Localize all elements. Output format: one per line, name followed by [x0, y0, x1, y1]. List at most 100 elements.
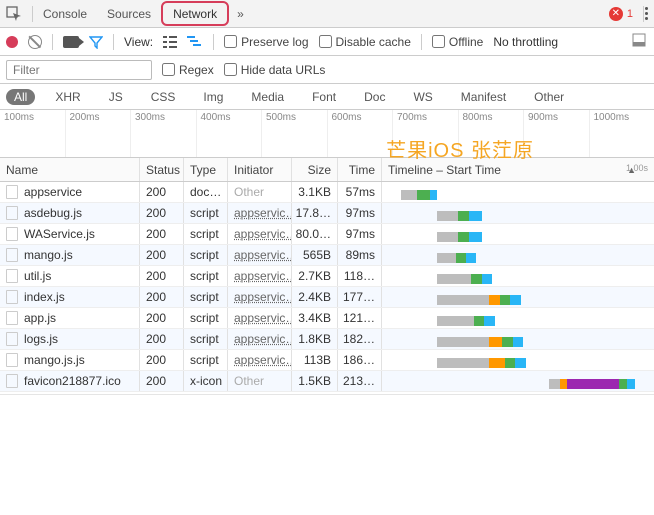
time-cell: 186… — [338, 350, 382, 370]
type-cell: script — [184, 287, 228, 307]
offline-checkbox[interactable]: Offline — [432, 35, 483, 49]
tab-sources[interactable]: Sources — [97, 0, 161, 27]
file-icon — [6, 311, 18, 325]
size-cell: 3.4KB — [292, 308, 338, 328]
col-header-type[interactable]: Type — [184, 158, 228, 181]
type-filter-manifest[interactable]: Manifest — [453, 89, 514, 105]
initiator-cell: appservic… — [228, 224, 292, 244]
status-cell: 200 — [140, 224, 184, 244]
waterfall-cell — [382, 266, 654, 286]
waterfall-view-button[interactable] — [187, 36, 203, 48]
type-filter-xhr[interactable]: XHR — [47, 89, 88, 105]
waterfall-cell — [382, 329, 654, 349]
separator — [113, 34, 114, 50]
table-row[interactable]: index.js200scriptappservic…2.4KB177… — [0, 287, 654, 308]
type-cell: script — [184, 224, 228, 244]
size-cell: 1.5KB — [292, 371, 338, 391]
table-row[interactable]: asdebug.js200scriptappservic…17.8…97ms — [0, 203, 654, 224]
devtools-menu-button[interactable] — [644, 7, 648, 20]
waterfall-cell — [382, 182, 654, 202]
overview-tick: 800ms — [458, 110, 524, 157]
disable-cache-checkbox[interactable]: Disable cache — [319, 35, 411, 49]
initiator-link[interactable]: appservic… — [234, 290, 292, 304]
col-header-name[interactable]: Name — [0, 158, 140, 181]
file-icon — [6, 332, 18, 346]
initiator-cell: appservic… — [228, 245, 292, 265]
type-filter-font[interactable]: Font — [304, 89, 344, 105]
col-header-timeline[interactable]: Timeline – Start Time ▲ 1.00s — [382, 158, 654, 181]
col-header-time[interactable]: Time — [338, 158, 382, 181]
request-name: logs.js — [24, 332, 58, 346]
clear-button[interactable] — [28, 35, 42, 49]
tabs-list: Console Sources Network — [33, 0, 229, 27]
size-cell: 1.8KB — [292, 329, 338, 349]
table-row[interactable]: favicon218877.ico200x-iconOther1.5KB213… — [0, 371, 654, 392]
size-cell: 2.4KB — [292, 287, 338, 307]
regex-checkbox[interactable]: Regex — [162, 63, 214, 77]
table-row[interactable]: app.js200scriptappservic…3.4KB121… — [0, 308, 654, 329]
initiator-link[interactable]: appservic… — [234, 332, 292, 346]
more-tabs-button[interactable]: » — [229, 7, 252, 21]
type-cell: doc… — [184, 182, 228, 202]
overview-tick: 400ms — [196, 110, 262, 157]
initiator-link[interactable]: appservic… — [234, 227, 292, 241]
table-row[interactable]: WAService.js200scriptappservic…80.0…97ms — [0, 224, 654, 245]
table-row[interactable]: mango.js.js200scriptappservic…113B186… — [0, 350, 654, 371]
initiator-link[interactable]: appservic… — [234, 248, 292, 262]
type-filter-js[interactable]: JS — [101, 89, 131, 105]
initiator-link[interactable]: appservic… — [234, 269, 292, 283]
large-rows-button[interactable] — [163, 36, 177, 48]
time-cell: 118… — [338, 266, 382, 286]
type-filter-media[interactable]: Media — [243, 89, 292, 105]
request-name: asdebug.js — [24, 206, 82, 220]
type-filter-doc[interactable]: Doc — [356, 89, 393, 105]
filter-input[interactable] — [6, 60, 152, 80]
type-cell: script — [184, 329, 228, 349]
filter-toggle-button[interactable] — [89, 35, 103, 49]
tab-console[interactable]: Console — [33, 0, 97, 27]
type-filter-all[interactable]: All — [6, 89, 35, 105]
file-icon — [6, 290, 18, 304]
overview-tick: 500ms — [261, 110, 327, 157]
request-name: util.js — [24, 269, 51, 283]
type-filter-css[interactable]: CSS — [143, 89, 184, 105]
initiator-cell: appservic… — [228, 287, 292, 307]
request-name: favicon218877.ico — [24, 374, 121, 388]
tab-network[interactable]: Network — [161, 1, 229, 26]
preserve-log-checkbox[interactable]: Preserve log — [224, 35, 308, 49]
file-icon — [6, 353, 18, 367]
timeline-overview[interactable]: 100ms200ms300ms400ms500ms600ms700ms800ms… — [0, 110, 654, 158]
hide-data-urls-checkbox[interactable]: Hide data URLs — [224, 63, 326, 77]
table-row[interactable]: util.js200scriptappservic…2.7KB118… — [0, 266, 654, 287]
type-filter-ws[interactable]: WS — [405, 89, 440, 105]
type-filter-bar: All XHR JS CSS Img Media Font Doc WS Manifest Othe… — [0, 84, 654, 110]
col-header-initiator[interactable]: Initiator — [228, 158, 292, 181]
size-cell: 113B — [292, 350, 338, 370]
table-row[interactable]: mango.js200scriptappservic…565B89ms — [0, 245, 654, 266]
throttling-select[interactable]: No throttling — [493, 35, 558, 49]
record-button[interactable] — [6, 36, 18, 48]
drawer-toggle-icon[interactable] — [632, 33, 648, 50]
col-header-size[interactable]: Size — [292, 158, 338, 181]
status-cell: 200 — [140, 308, 184, 328]
type-filter-img[interactable]: Img — [195, 89, 231, 105]
status-cell: 200 — [140, 329, 184, 349]
type-cell: x-icon — [184, 371, 228, 391]
status-cell: 200 — [140, 287, 184, 307]
inspect-element-icon[interactable] — [6, 6, 22, 22]
type-filter-other[interactable]: Other — [526, 89, 572, 105]
table-row[interactable]: logs.js200scriptappservic…1.8KB182… — [0, 329, 654, 350]
initiator-link[interactable]: appservic… — [234, 206, 292, 220]
status-cell: 200 — [140, 350, 184, 370]
table-row[interactable]: appservice200doc…Other3.1KB57ms — [0, 182, 654, 203]
capture-screenshots-button[interactable] — [63, 36, 79, 48]
initiator-link[interactable]: appservic… — [234, 353, 292, 367]
file-icon — [6, 227, 18, 241]
table-header: Name Status Type Initiator Size Time Tim… — [0, 158, 654, 182]
error-indicator[interactable]: ✕ 1 — [609, 7, 633, 21]
network-toolbar: View: Preserve log Disable cache Offline… — [0, 28, 654, 56]
col-header-status[interactable]: Status — [140, 158, 184, 181]
overview-tick: 900ms — [523, 110, 589, 157]
status-cell: 200 — [140, 203, 184, 223]
initiator-link[interactable]: appservic… — [234, 311, 292, 325]
